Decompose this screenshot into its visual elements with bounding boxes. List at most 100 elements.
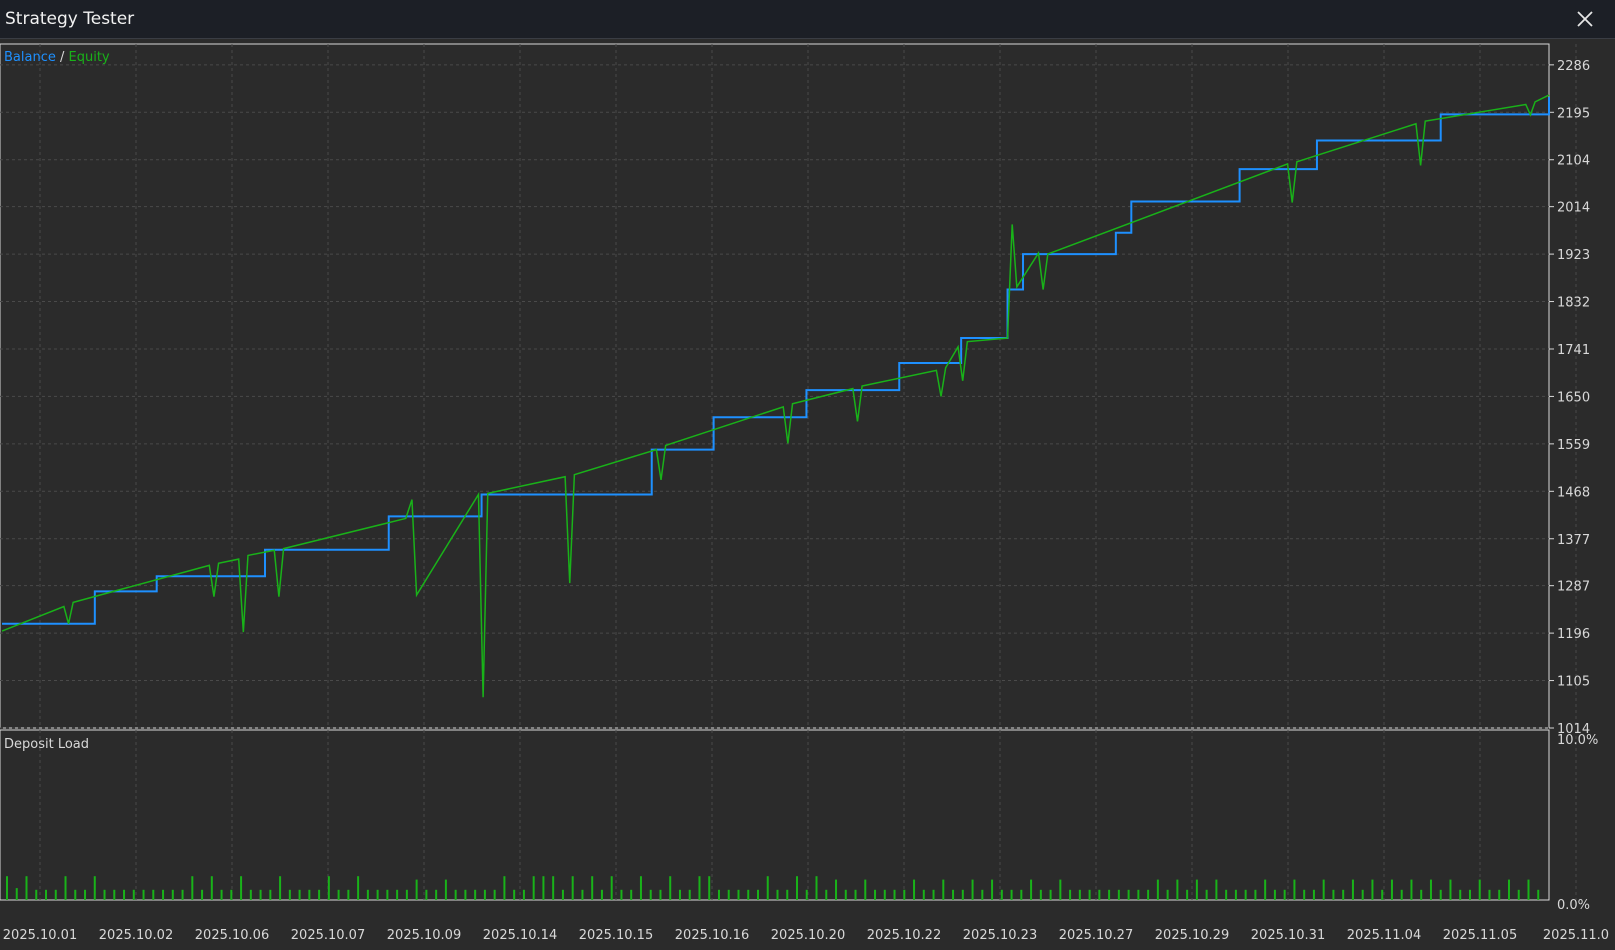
close-button[interactable]	[1573, 7, 1597, 31]
x-tick-label: 2025.11.0	[1543, 928, 1609, 943]
x-tick-label: 2025.10.27	[1059, 928, 1133, 943]
x-tick-label: 2025.10.01	[3, 928, 77, 943]
deposit-load-bar	[805, 889, 808, 900]
deposit-load-bar	[932, 889, 935, 900]
deposit-load-bar	[84, 889, 87, 900]
y-tick-label: 1196	[1557, 627, 1590, 642]
deposit-load-bar	[142, 889, 145, 900]
deposit-load-bar	[1264, 879, 1267, 900]
deposit-load-bar	[123, 889, 126, 900]
deposit-load-bar	[1293, 879, 1296, 900]
main-y-axis: 1014110511961287137714681559165017411832…	[1549, 59, 1590, 737]
deposit-load-bar	[1468, 889, 1471, 900]
deposit-load-bar	[230, 889, 233, 900]
y-tick-label: 2014	[1557, 201, 1590, 216]
deposit-load-bar	[1069, 889, 1072, 900]
deposit-load-bar	[1078, 889, 1081, 900]
deposit-load-bar	[405, 889, 408, 900]
deposit-load-bar	[688, 889, 691, 900]
deposit-load-bar	[1117, 889, 1120, 900]
deposit-load-bar	[1449, 879, 1452, 900]
x-tick-label: 2025.10.22	[867, 928, 941, 943]
deposit-load-bar	[913, 879, 916, 900]
deposit-load-bar	[366, 889, 369, 900]
legend-equity: Equity	[69, 50, 110, 65]
deposit-load-bar	[1137, 889, 1140, 900]
deposit-load-bar	[961, 889, 964, 900]
deposit-load-bar	[1283, 889, 1286, 900]
deposit-load-bar	[796, 876, 799, 900]
y-tick-label: 1468	[1557, 485, 1590, 500]
deposit-load-bar	[249, 889, 252, 900]
deposit-load-bar	[162, 889, 165, 900]
y-tick-label: 1923	[1557, 248, 1590, 263]
deposit-load-bar	[1439, 889, 1442, 900]
deposit-load-bar	[64, 876, 67, 900]
deposit-load-bar	[1186, 889, 1189, 900]
deposit-load-bar	[1390, 879, 1393, 900]
deposit-load-title: Deposit Load	[4, 737, 89, 752]
deposit-load-bar	[1351, 879, 1354, 900]
x-tick-label: 2025.10.07	[291, 928, 365, 943]
y-tick-label: 2286	[1557, 59, 1590, 74]
deposit-load-bar	[1459, 889, 1462, 900]
deposit-load-bar	[864, 879, 867, 900]
deposit-load-bar	[444, 879, 447, 900]
deposit-load-bar	[727, 889, 730, 900]
deposit-load-bar	[493, 889, 496, 900]
deposit-load-bar	[591, 876, 594, 900]
deposit-load-bar	[649, 889, 652, 900]
deposit-load-bar	[922, 889, 925, 900]
deposit-load-bar	[396, 889, 399, 900]
x-tick-label: 2025.10.29	[1155, 928, 1229, 943]
time-axis: 2025.10.01 2025.10.02 2025.10.06 2025.10.07…	[3, 928, 1609, 943]
deposit-load-bar	[620, 889, 623, 900]
deposit-load-bar	[1039, 889, 1042, 900]
chart-area: 1014 1105 1196 1287 1377 1468 1559 1650 1741 1832…	[0, 39, 1615, 946]
deposit-load-bar	[1478, 879, 1481, 900]
deposit-load-bar	[1030, 879, 1033, 900]
x-tick-label: 2025.10.20	[771, 928, 845, 943]
deposit-load-bar	[1371, 879, 1374, 900]
deposit-load-bar	[1361, 889, 1364, 900]
deposit-load-bar	[454, 889, 457, 900]
legend-separator: /	[56, 50, 69, 65]
deposit-load-bar	[269, 889, 272, 900]
deposit-load-bar	[1400, 889, 1403, 900]
deposit-load-bar	[1225, 889, 1228, 900]
window-titlebar: Strategy Tester	[0, 0, 1615, 39]
deposit-load-bar	[1429, 879, 1432, 900]
deposit-load-bar	[1498, 889, 1501, 900]
deposit-load-bar	[854, 889, 857, 900]
deposit-load-bar	[6, 876, 8, 900]
deposit-load-bar	[1507, 879, 1510, 900]
deposit-load-bar	[113, 889, 116, 900]
x-tick-label: 2025.10.23	[963, 928, 1037, 943]
deposit-load-bar	[54, 889, 57, 900]
deposit-load-bar	[1127, 889, 1130, 900]
y-tick-label: 1650	[1557, 390, 1590, 405]
deposit-load-bar	[74, 889, 77, 900]
deposit-load-bar	[1273, 889, 1276, 900]
deposit-load-bar	[288, 889, 291, 900]
deposit-load-bar	[1537, 889, 1540, 900]
x-tick-label: 2025.11.05	[1443, 928, 1517, 943]
strategy-tester-chart: 1014110511961287137714681559165017411832…	[0, 43, 1609, 943]
deposit-load-bar	[1303, 889, 1306, 900]
deposit-load-bar	[1059, 879, 1062, 900]
deposit-load-bar	[415, 879, 418, 900]
deposit-load-bar	[435, 889, 438, 900]
deposit-load-bar	[766, 876, 769, 900]
deposit-load-bar	[1332, 889, 1335, 900]
x-tick-label: 2025.10.06	[195, 928, 269, 943]
deposit-load-bar	[35, 889, 38, 900]
deposit-load-bar	[1312, 889, 1315, 900]
deposit-load-bar	[552, 876, 555, 900]
deposit-load-bar	[542, 876, 545, 900]
deposit-load-bar	[93, 876, 96, 900]
deposit-load-bar	[942, 879, 945, 900]
deposit-load-bar	[844, 889, 847, 900]
deposit-load-bar	[1098, 889, 1101, 900]
deposit-load-bar	[1234, 889, 1237, 900]
x-tick-label: 2025.10.14	[483, 928, 557, 943]
